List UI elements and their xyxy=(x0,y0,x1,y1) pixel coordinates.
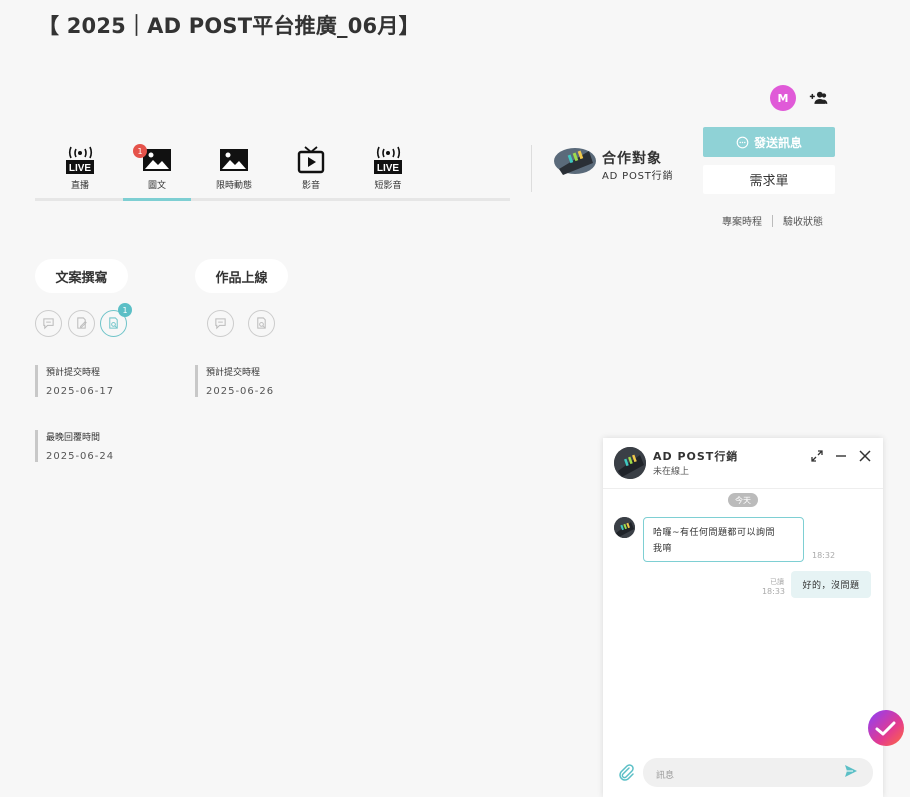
project-schedule-link[interactable]: 專案時程 xyxy=(722,213,762,228)
deadline-label: 最晚回覆時間 xyxy=(46,433,101,443)
partner-logo xyxy=(554,148,596,175)
notification-badge: 1 xyxy=(133,144,147,158)
step-review-button[interactable] xyxy=(248,310,275,337)
chat-header: AD POST行銷 未在線上 xyxy=(603,438,883,489)
expand-icon[interactable] xyxy=(810,449,824,463)
step-badge: 1 xyxy=(118,303,132,317)
user-avatar[interactable]: M xyxy=(770,85,796,111)
send-message-button[interactable]: 發送訊息 xyxy=(703,127,835,157)
send-message-label: 發送訊息 xyxy=(753,135,802,150)
chat-window: AD POST行銷 未在線上 今天 哈囉~有任何問題都可以詢問 我唷 18:32… xyxy=(603,438,883,797)
tab-label: 短影音 xyxy=(374,181,402,191)
tv-icon xyxy=(297,146,325,174)
tab-label: 圖文 xyxy=(147,181,166,191)
image-icon xyxy=(220,149,248,171)
minimize-icon[interactable] xyxy=(834,449,848,463)
message-avatar xyxy=(614,517,635,538)
step-chat-button[interactable] xyxy=(35,310,62,337)
deadline-label: 預計提交時程 xyxy=(46,368,101,378)
tab-story[interactable]: 限時動態 xyxy=(198,145,270,198)
active-tab-indicator xyxy=(123,198,191,201)
paperclip-icon[interactable] xyxy=(618,763,634,781)
messenger-chat-button[interactable] xyxy=(868,710,904,746)
send-icon[interactable] xyxy=(844,764,858,778)
close-icon[interactable] xyxy=(858,449,872,463)
deadline-block: 最晚回覆時間 2025-06-24 xyxy=(35,430,114,462)
comment-icon xyxy=(215,318,226,330)
message-input[interactable]: 訊息 xyxy=(643,758,873,787)
deadline-block: 預計提交時程 2025-06-17 xyxy=(35,365,114,397)
page-title: 【 2025｜AD POST平台推廣_06月】 xyxy=(38,14,420,38)
tab-label: 直播 xyxy=(70,181,89,191)
message-time: 18:33 xyxy=(761,587,785,596)
live-text: LIVE xyxy=(377,163,400,174)
deadline-block: 預計提交時程 2025-06-26 xyxy=(195,365,274,397)
message-time: 18:32 xyxy=(812,551,836,560)
incoming-message: 哈囉~有任何問題都可以詢問 我唷 xyxy=(643,517,804,562)
stage-publish[interactable]: 作品上線 xyxy=(195,259,288,293)
stage-copywriting[interactable]: 文案撰寫 xyxy=(35,259,128,293)
requirements-button[interactable]: 需求單 xyxy=(703,165,835,194)
day-separator: 今天 xyxy=(728,493,758,507)
live-text: LIVE xyxy=(69,163,92,174)
read-receipt: 已讀 xyxy=(770,578,784,586)
edit-doc-icon xyxy=(77,317,87,329)
step-chat-button[interactable] xyxy=(207,310,234,337)
acceptance-status-link[interactable]: 驗收狀態 xyxy=(783,213,823,228)
live-icon: LIVE xyxy=(66,146,94,174)
tab-short-video[interactable]: LIVE 短影音 xyxy=(352,145,424,198)
project-links: 專案時程 驗收狀態 xyxy=(722,213,823,228)
link-separator xyxy=(772,214,773,227)
message-text-line: 我唷 xyxy=(653,544,673,554)
tab-label: 限時動態 xyxy=(215,181,252,191)
doc-search-icon xyxy=(257,317,266,329)
chat-bubble-icon xyxy=(736,136,749,148)
comment-icon xyxy=(43,318,54,330)
outgoing-message: 好的，沒問題 xyxy=(791,571,871,598)
deadline-value: 2025-06-26 xyxy=(206,386,275,397)
partner-title: 合作對象 xyxy=(602,151,662,167)
chat-status: 未在線上 xyxy=(653,467,690,477)
add-user-icon[interactable] xyxy=(809,88,829,108)
doc-search-icon xyxy=(109,317,118,329)
tab-live[interactable]: LIVE 直播 xyxy=(44,145,116,198)
tab-label: 影音 xyxy=(301,181,320,191)
live-icon: LIVE xyxy=(374,146,402,174)
chat-avatar xyxy=(614,447,646,479)
partner-name: AD POST行銷 xyxy=(602,171,674,182)
message-text-line: 哈囉~有任何問題都可以詢問 xyxy=(653,528,776,538)
step-review-button[interactable]: 1 xyxy=(100,303,132,337)
chat-contact-name: AD POST行銷 xyxy=(653,450,739,463)
divider xyxy=(531,145,532,192)
deadline-value: 2025-06-24 xyxy=(46,451,115,462)
content-type-tabs: LIVE 直播 圖文 1 限時動態 影音 LIVE 短影音 xyxy=(35,144,510,201)
messenger-icon xyxy=(875,721,896,736)
tab-image-post[interactable]: 圖文 1 xyxy=(121,144,193,201)
tab-track xyxy=(35,198,510,201)
deadline-value: 2025-06-17 xyxy=(46,386,115,397)
step-edit-button[interactable] xyxy=(68,310,95,337)
tab-video[interactable]: 影音 xyxy=(275,145,347,198)
deadline-label: 預計提交時程 xyxy=(206,368,261,378)
